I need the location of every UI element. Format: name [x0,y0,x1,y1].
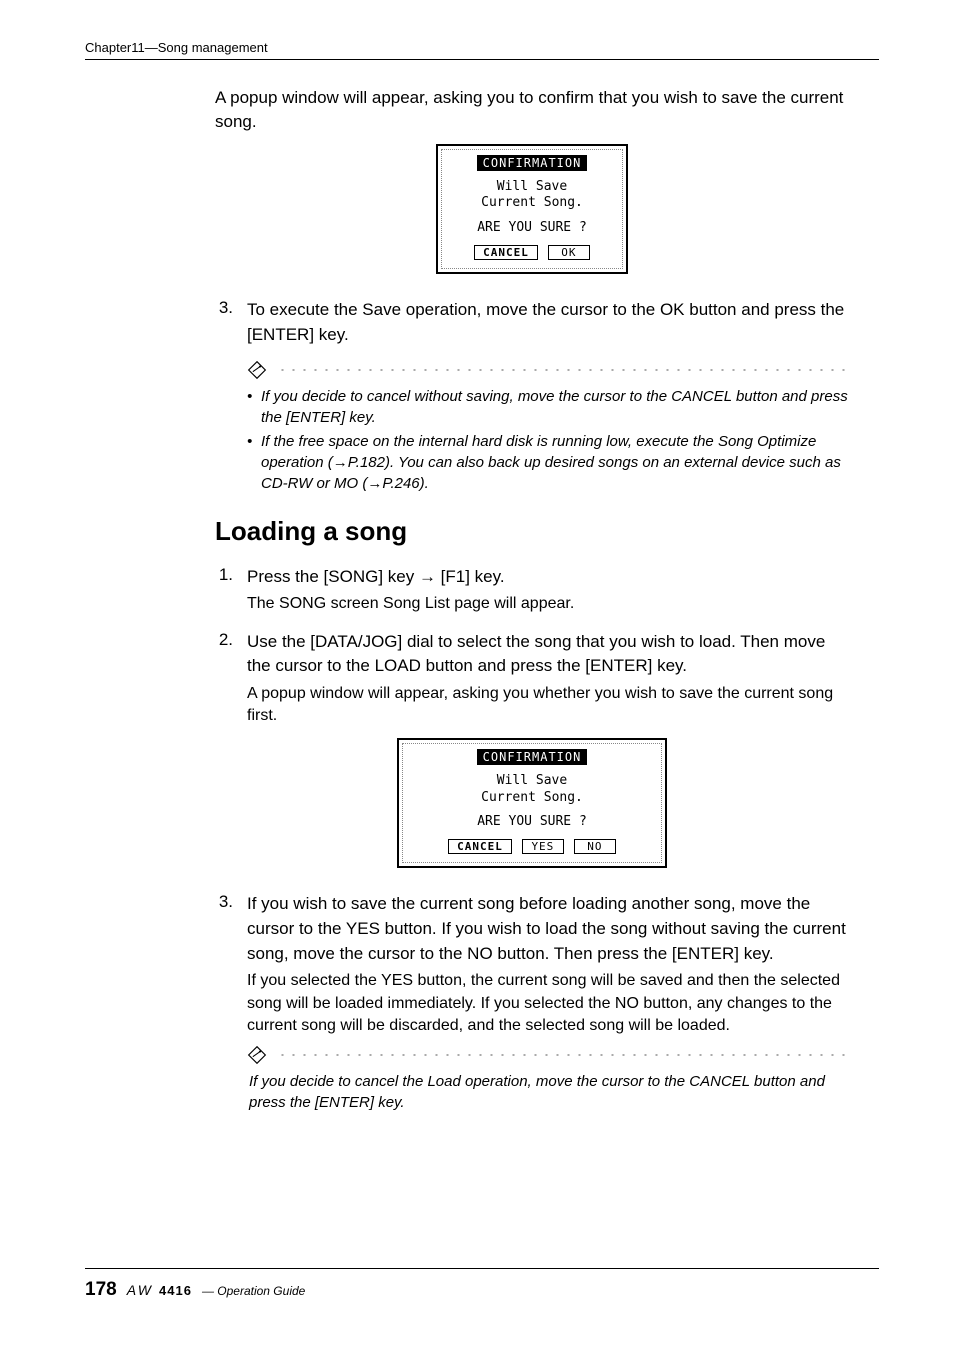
header-rule [85,59,879,60]
dialog-title: CONFIRMATION [477,155,588,171]
step-3-load: 3. If you wish to save the current song … [215,892,849,1037]
footer-guide-label: — Operation Guide [202,1284,305,1298]
tip-block-2: If you decide to cancel the Load operati… [247,1045,849,1113]
ok-button[interactable]: OK [548,245,590,260]
no-button[interactable]: NO [574,839,616,854]
page-number: 178 [85,1279,117,1301]
dialog-message: Will Save Current Song. [411,773,653,807]
step-subtext: If you selected the YES button, the curr… [247,970,849,1037]
step-2-load: 2. Use the [DATA/JOG] dial to select the… [215,630,849,728]
step-heading: Press the [SONG] key → [F1] key. [247,565,849,590]
tip-text: If you decide to cancel the Load operati… [247,1071,849,1113]
yes-button[interactable]: YES [522,839,564,854]
dialog-2-wrap: CONFIRMATION Will Save Current Song. ARE… [215,738,849,869]
tip-block-1: If you decide to cancel without saving, … [247,360,849,494]
dialog-prompt: ARE YOU SURE ? [450,220,614,237]
step-number: 1. [215,565,233,585]
step-subtext: A popup window will appear, asking you w… [247,683,849,728]
tip-icon [247,1045,267,1065]
step-heading: Use the [DATA/JOG] dial to select the so… [247,630,849,679]
confirmation-dialog-save: CONFIRMATION Will Save Current Song. ARE… [436,144,628,275]
dots-separator [277,1052,849,1058]
step-heading: To execute the Save operation, move the … [247,298,849,347]
tip-item: If the free space on the internal hard d… [247,431,849,494]
step-number: 3. [215,892,233,912]
cancel-button[interactable]: CANCEL [448,839,512,854]
dialog-title: CONFIRMATION [477,749,588,765]
dialog-1-wrap: CONFIRMATION Will Save Current Song. ARE… [215,144,849,275]
tip-icon [247,360,267,380]
intro-text: A popup window will appear, asking you t… [215,86,849,134]
confirmation-dialog-load: CONFIRMATION Will Save Current Song. ARE… [397,738,667,869]
dialog-prompt: ARE YOU SURE ? [411,814,653,831]
step-subtext: The SONG screen Song List page will appe… [247,593,849,615]
step-number: 2. [215,630,233,650]
chapter-header: Chapter11—Song management [85,40,879,55]
step-3-save: 3. To execute the Save operation, move t… [215,298,849,351]
page-footer: 178 AW4416 — Operation Guide [85,1268,879,1301]
dialog-message: Will Save Current Song. [450,179,614,213]
section-heading-loading: Loading a song [215,516,849,547]
step-1-load: 1. Press the [SONG] key → [F1] key. The … [215,565,849,616]
main-content: A popup window will appear, asking you t… [215,86,849,1113]
step-heading: If you wish to save the current song bef… [247,892,849,966]
cancel-button[interactable]: CANCEL [474,245,538,260]
tip-item: If you decide to cancel without saving, … [247,386,849,428]
dots-separator [277,367,849,373]
step-number: 3. [215,298,233,318]
footer-rule [85,1268,879,1269]
product-brand: AW4416 [127,1282,192,1298]
